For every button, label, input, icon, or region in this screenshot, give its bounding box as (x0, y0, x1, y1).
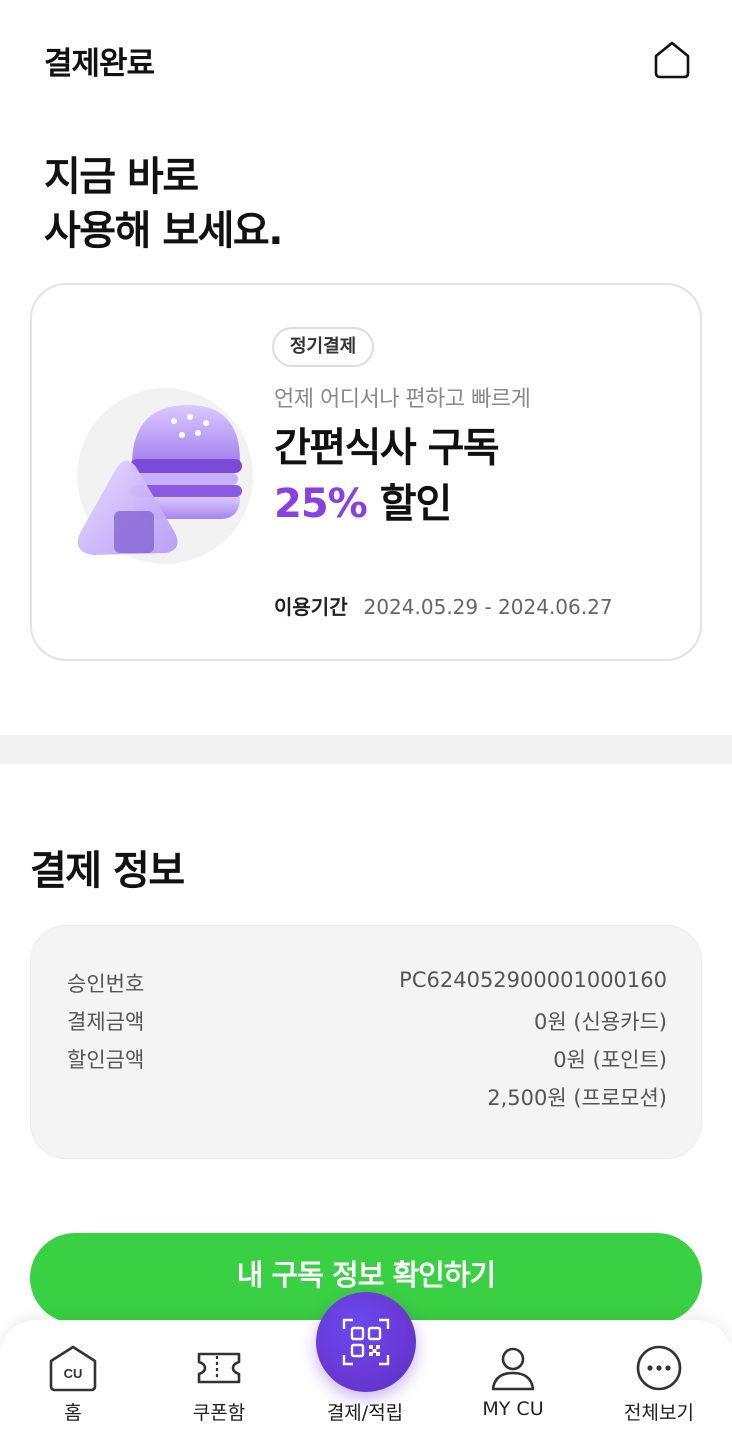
hero-line-2: 사용해 보세요. (44, 208, 283, 254)
info-row-promotion: 2,500원 (프로모션) (67, 1082, 667, 1118)
promo-title: 간편식사 구독 (274, 425, 500, 471)
info-value: 0원 (포인트) (553, 1048, 667, 1072)
discount-percent: 25% (274, 481, 368, 527)
info-value: 2,500원 (프로모션) (487, 1086, 667, 1110)
subscription-card: 정기결제 언제 어디서나 편하고 빠르게 간편식사 구독 25% 할인 이용기간… (30, 283, 702, 661)
info-value: PC624052900001000160 (399, 968, 667, 992)
tab-label: 결제/적립 (326, 1402, 404, 1424)
home-button[interactable] (648, 36, 696, 84)
cu-logo-text: CU (64, 1366, 83, 1381)
promo-subtitle: 언제 어디서나 편하고 빠르게 (274, 387, 531, 412)
payment-info-box: 승인번호 PC624052900001000160 결제금액 0원 (신용카드)… (30, 925, 702, 1159)
subscription-type-badge: 정기결제 (272, 327, 375, 367)
header: 결제완료 (0, 0, 732, 120)
cu-home-icon: CU (49, 1345, 97, 1392)
info-key: 결제금액 (67, 1010, 145, 1034)
usage-period: 이용기간 2024.05.29 - 2024.06.27 (274, 591, 613, 620)
promo-discount: 25% 할인 (274, 477, 453, 531)
info-value: 0원 (신용카드) (533, 1010, 667, 1034)
usage-period-value: 2024.05.29 - 2024.06.27 (363, 595, 613, 619)
info-row-discount: 할인금액 0원 (포인트) (67, 1044, 667, 1080)
qr-pay-button[interactable] (316, 1292, 416, 1392)
hero-heading: 지금 바로 사용해 보세요. (44, 150, 283, 258)
ticket-icon (197, 1352, 241, 1384)
tab-more[interactable]: 전체보기 (586, 1320, 732, 1440)
tab-home[interactable]: CU 홈 (0, 1320, 146, 1440)
tab-my-cu[interactable]: MY CU (440, 1320, 586, 1440)
tab-label: 홈 (64, 1402, 82, 1424)
payment-info-title: 결제 정보 (30, 848, 185, 894)
info-key: 승인번호 (67, 972, 145, 996)
tab-label: 전체보기 (624, 1402, 694, 1424)
info-row-approval: 승인번호 PC624052900001000160 (67, 968, 667, 1004)
hero-line-1: 지금 바로 (44, 154, 199, 200)
info-row-amount: 결제금액 0원 (신용카드) (67, 1006, 667, 1042)
tab-coupons[interactable]: 쿠폰함 (146, 1320, 292, 1440)
tab-label: MY CU (482, 1398, 544, 1420)
info-key: 할인금액 (67, 1048, 145, 1072)
qr-code-icon (342, 1318, 390, 1366)
meal-illustration-icon (77, 388, 253, 564)
usage-period-label: 이용기간 (274, 595, 348, 619)
section-divider (0, 735, 732, 764)
more-icon (636, 1345, 682, 1391)
page-title: 결제완료 (44, 46, 155, 82)
tab-label: 쿠폰함 (192, 1402, 246, 1424)
discount-word: 할인 (379, 481, 453, 527)
home-icon (654, 41, 690, 79)
person-icon (491, 1347, 535, 1391)
